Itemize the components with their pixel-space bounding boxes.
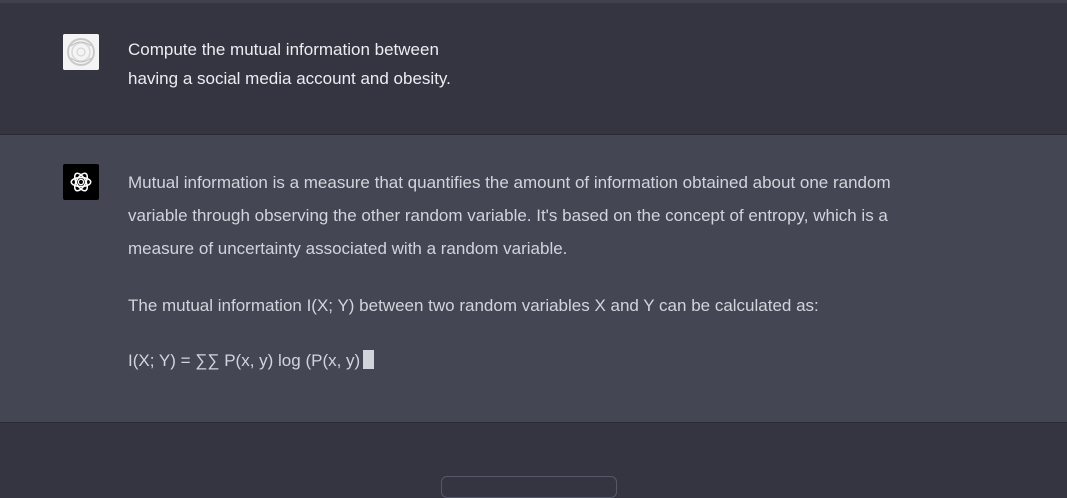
assistant-message-text: Mutual information is a measure that qua…	[128, 166, 928, 377]
openai-logo-icon	[70, 172, 92, 192]
user-message-row: Compute the mutual information between h…	[0, 3, 1067, 135]
assistant-paragraph: The mutual information I(X; Y) between t…	[128, 296, 819, 315]
user-avatar-image	[63, 34, 99, 70]
user-message-line: having a social media account and obesit…	[128, 69, 451, 88]
typing-cursor	[363, 350, 375, 369]
assistant-paragraph: Mutual information is a measure that qua…	[128, 173, 891, 258]
regenerate-button[interactable]	[441, 476, 617, 498]
assistant-message-row: Mutual information is a measure that qua…	[0, 135, 1067, 423]
user-avatar	[63, 34, 99, 70]
assistant-avatar	[63, 164, 99, 200]
formula-text: I(X; Y) = ∑∑ P(x, y) log (P(x, y)	[128, 351, 361, 370]
assistant-formula-line: I(X; Y) = ∑∑ P(x, y) log (P(x, y)	[128, 344, 928, 377]
user-message-line: Compute the mutual information between	[128, 40, 439, 59]
user-message-text: Compute the mutual information between h…	[128, 35, 508, 93]
